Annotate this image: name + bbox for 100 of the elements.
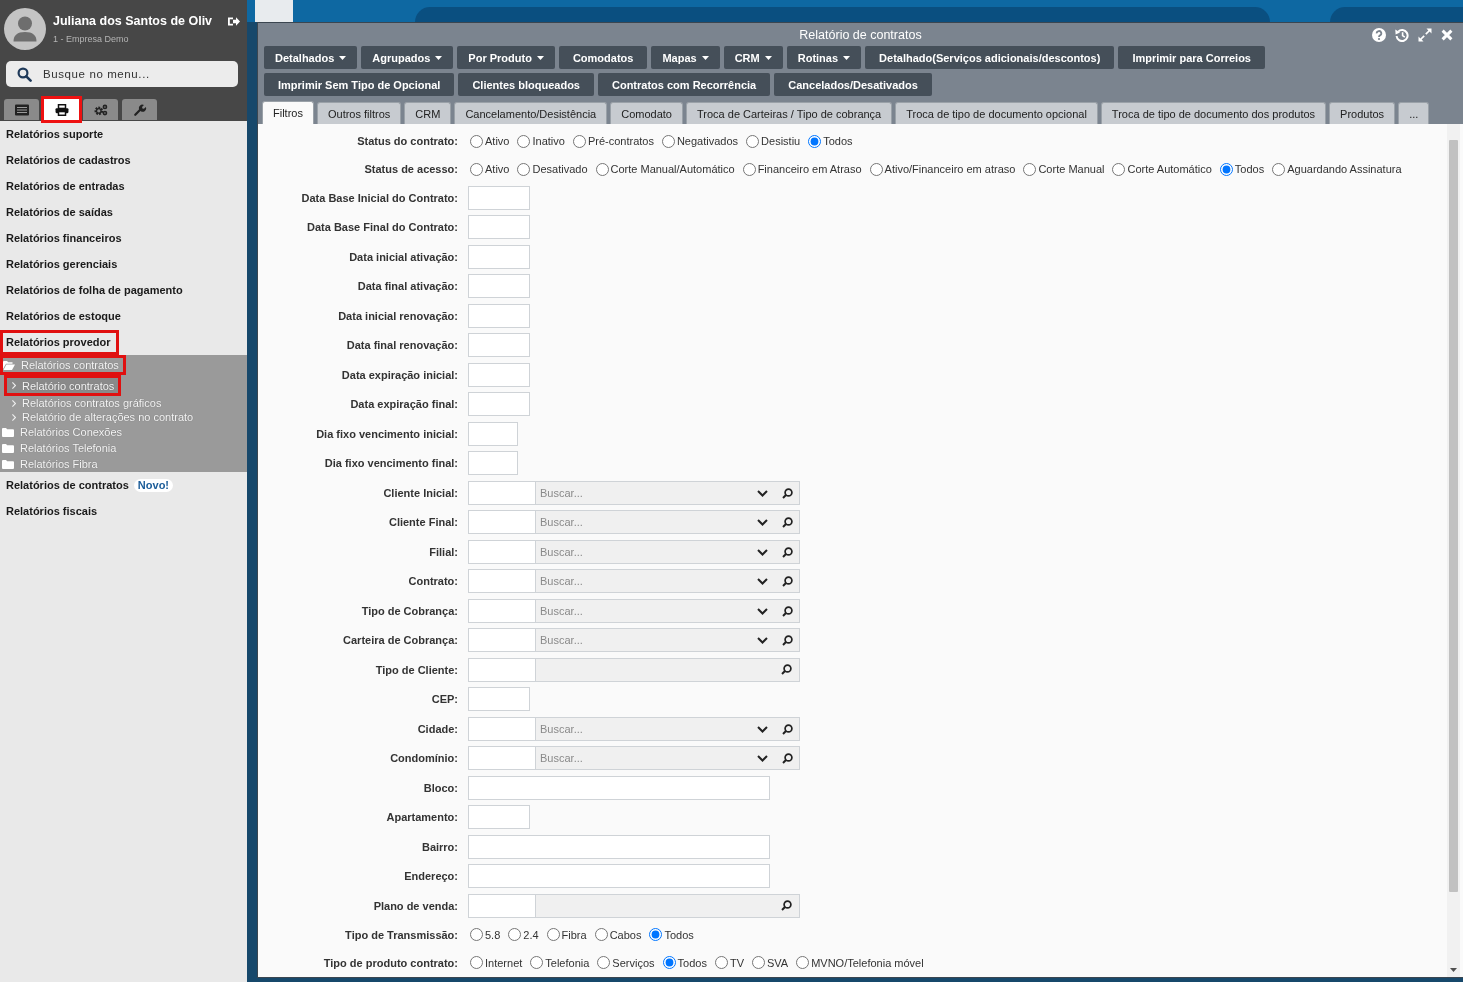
input-field[interactable] [468,333,530,358]
toolbar-button[interactable]: Cancelados/Desativados [774,73,932,96]
toolbar-button[interactable]: Clientes bloqueados [458,73,594,96]
code-input-field[interactable] [468,746,535,771]
code-input-field[interactable] [468,598,535,623]
menu-item[interactable]: Relatórios provedor [0,329,119,355]
menu-item[interactable]: Relatórios suporte [0,121,110,147]
radio-button[interactable] [594,928,608,941]
search-icon[interactable] [782,576,793,588]
radio-button[interactable] [470,134,483,148]
code-input-field[interactable] [468,510,535,535]
radio-button[interactable] [470,162,483,176]
input-field[interactable] [468,834,770,859]
tab[interactable]: Troca de Carteiras / Tipo de cobrança [686,102,893,124]
radio-button[interactable] [742,162,756,176]
radio-button[interactable] [595,162,609,176]
toolbar-button[interactable]: Detalhado(Serviços adicionais/descontos) [865,46,1115,69]
input-field[interactable] [468,775,770,800]
menu-item[interactable]: Relatórios financeiros [0,225,128,251]
input-field[interactable] [468,244,530,269]
search-select-field[interactable]: Buscar... [535,716,800,741]
menu-item[interactable]: Relatórios fiscais [0,498,104,524]
tab[interactable]: CRM [404,102,452,124]
radio-label[interactable]: Desistiu [761,135,801,147]
search-icon[interactable] [782,635,793,647]
code-input-field[interactable] [468,539,535,564]
close-icon[interactable] [1441,28,1453,41]
radio-label[interactable]: TV [729,956,744,969]
toolbar-button[interactable]: Imprimir para Correios [1118,46,1265,69]
radio-button[interactable] [508,928,522,941]
chevron-down-icon[interactable] [757,489,768,497]
radio-label[interactable]: Desativado [532,163,588,175]
tab[interactable]: Outros filtros [316,102,402,124]
toolbar-button[interactable]: Imprimir Sem Tipo de Opcional [264,73,455,96]
radio-button[interactable] [1112,162,1126,176]
code-input-field[interactable] [468,893,535,918]
search-select-field[interactable]: Buscar... [535,539,800,564]
code-input-field[interactable] [468,569,535,594]
radio-button[interactable] [597,956,611,969]
input-field[interactable] [468,421,518,446]
code-input-field[interactable] [468,628,535,653]
menu-item[interactable]: Relatórios gerenciais [0,251,124,277]
radio-button[interactable] [649,928,663,941]
menu-search-field[interactable]: Busque no menu... [6,61,238,87]
chevron-down-icon[interactable] [757,548,768,556]
radio-label[interactable]: Pré-contratos [587,135,654,147]
search-select-field[interactable]: Buscar... [535,598,800,623]
toolbar-button[interactable]: Rotinas [786,46,862,69]
radio-button[interactable] [1219,162,1233,176]
chevron-down-icon[interactable] [757,607,768,615]
tab[interactable]: ... [1398,102,1430,124]
toolbar-button[interactable]: Contratos com Recorrência [597,73,771,96]
radio-button[interactable] [546,928,560,941]
radio-label[interactable]: Corte Manual [1038,163,1105,175]
radio-label[interactable]: Todos [823,135,853,147]
tab[interactable]: Troca de tipo de documento dos produtos [1100,102,1327,124]
search-icon[interactable] [782,753,793,765]
search-select-field[interactable]: Buscar... [535,746,800,771]
menu-item[interactable]: Relatórios de entradas [0,173,131,199]
menu-item[interactable]: Relatórios de folha de pagamento [0,277,189,303]
menu-item[interactable]: Relatórios de estoque [0,303,127,329]
sidebar-tab[interactable] [41,96,82,123]
radio-label[interactable]: 5.8 [485,928,501,941]
radio-button[interactable] [869,162,883,176]
radio-button[interactable] [517,162,531,176]
code-input-field[interactable] [468,480,535,505]
radio-button[interactable] [530,956,544,969]
logout-icon[interactable] [228,16,240,27]
radio-button[interactable] [751,956,765,969]
radio-button[interactable] [746,134,760,148]
radio-button[interactable] [470,928,483,941]
radio-label[interactable]: Fibra [561,928,587,941]
input-field[interactable] [468,185,530,210]
radio-label[interactable]: Aguardando Assinatura [1287,163,1402,175]
history-icon[interactable] [1395,27,1409,42]
radio-label[interactable]: Telefonia [545,956,590,969]
chevron-down-icon[interactable] [757,725,768,733]
radio-label[interactable]: Ativo/Financeiro em atraso [884,163,1016,175]
search-select-field[interactable]: Buscar... [535,480,800,505]
search-icon[interactable] [781,664,792,676]
search-select-field[interactable]: Buscar... [535,510,800,535]
radio-button[interactable] [661,134,675,148]
search-select-field[interactable]: Buscar... [535,569,800,594]
radio-button[interactable] [662,956,676,969]
menu-item[interactable]: Relatórios de contratos Novo! [0,472,180,498]
toolbar-button[interactable]: Agrupados [361,46,454,69]
input-field[interactable] [468,362,530,387]
menu-item[interactable]: Relatórios de saídas [0,199,119,225]
input-field[interactable] [468,451,518,476]
input-field[interactable] [468,805,530,830]
radio-label[interactable]: Corte Manual/Automático [610,163,735,175]
scrollbar-thumb[interactable] [1449,140,1458,892]
radio-label[interactable]: SVA [766,956,789,969]
radio-button[interactable] [714,956,728,969]
radio-label[interactable]: Financeiro em Atraso [757,163,862,175]
radio-button[interactable] [572,134,586,148]
radio-label[interactable]: Serviços [612,956,655,969]
search-icon[interactable] [782,605,793,617]
tab[interactable]: Comodato [610,102,683,124]
radio-label[interactable]: Todos [664,928,694,941]
